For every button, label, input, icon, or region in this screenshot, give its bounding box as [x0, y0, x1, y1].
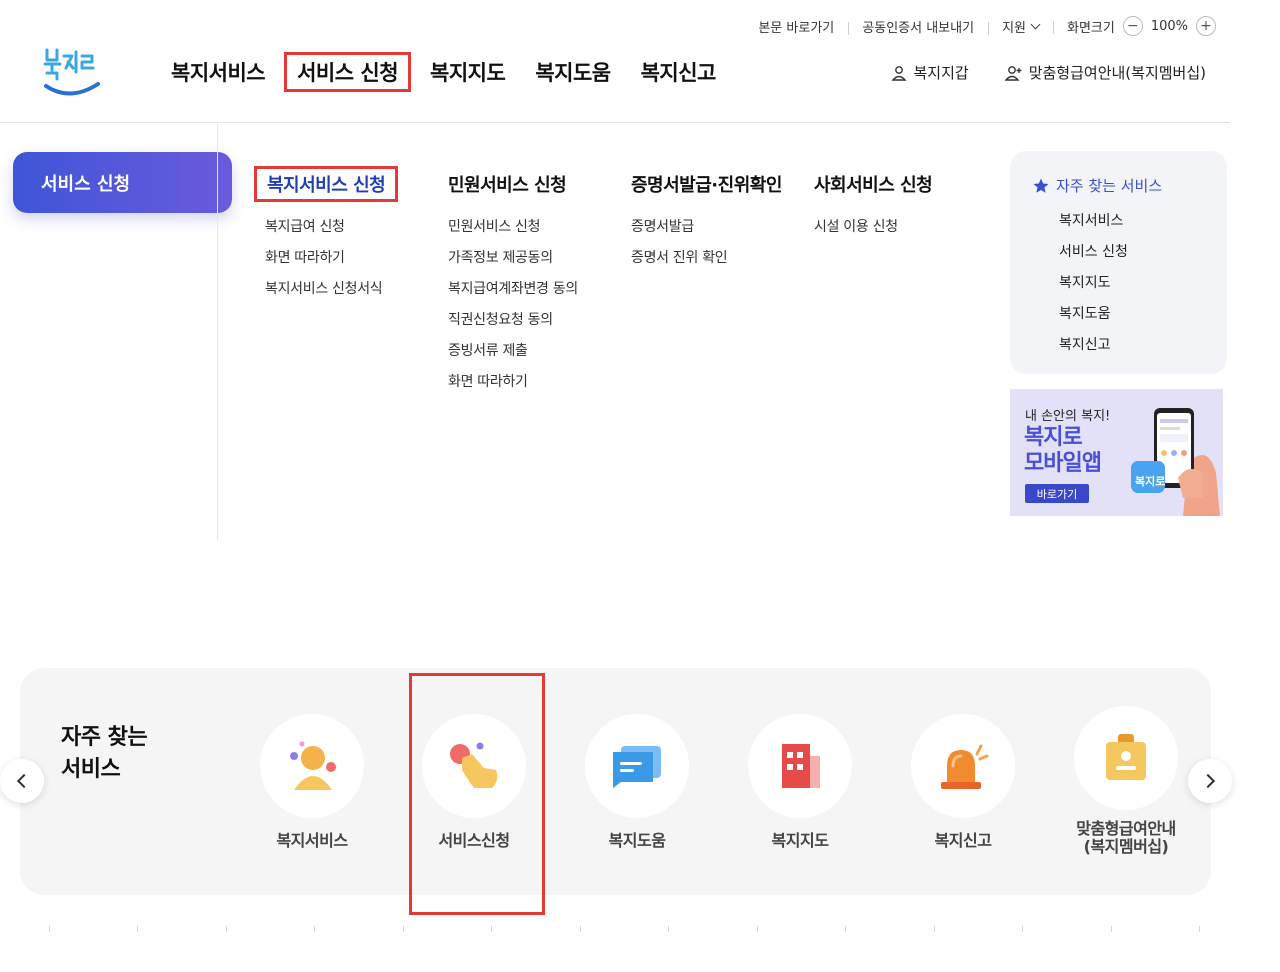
membership-label: 맞춤형급여안내(복지멤버십) [1028, 64, 1206, 82]
banner-subtitle: 내 손안의 복지! [1025, 409, 1111, 424]
zoom-level: 100% [1150, 18, 1188, 34]
menu-column-certificate: 증명서발급·진위확인 증명서발급 증명서 진위 확인 [631, 166, 782, 274]
banner-title: 복지로 모바일앱 [1024, 425, 1102, 477]
menu-column-title[interactable]: 증명서발급·진위확인 [631, 166, 782, 202]
service-membership[interactable]: 맞춤형급여안내 (복지멤버십) [1051, 706, 1201, 856]
mobile-app-banner[interactable]: 내 손안의 복지! 복지로 모바일앱 바로가기 복지로 [1010, 389, 1223, 516]
menu-item[interactable]: 증빙서류 제출 [448, 336, 578, 367]
skip-to-content-link[interactable]: 본문 바로가기 [744, 17, 848, 36]
favorite-item[interactable]: 복지지도 [1059, 268, 1227, 299]
service-welfare-help[interactable]: 복지도움 [562, 714, 712, 850]
menu-item[interactable]: 시설 이용 신청 [814, 212, 932, 243]
banner-title-line1: 복지로 [1024, 425, 1083, 450]
service-label: 서비스신청 [438, 831, 510, 850]
service-label: 복지서비스 [276, 831, 348, 850]
favorite-item[interactable]: 복지서비스 [1059, 206, 1227, 237]
chevron-left-icon [16, 773, 32, 789]
service-label: 맞춤형급여안내 (복지멤버십) [1076, 819, 1176, 856]
service-welfare-report[interactable]: 복지신고 [888, 714, 1038, 850]
menu-item[interactable]: 화면 따라하기 [265, 243, 398, 274]
service-label: 복지신고 [934, 831, 992, 850]
my-welfare-link[interactable]: 복지지갑 [891, 62, 969, 83]
favorites-header: 자주 찾는 서비스 [1032, 175, 1227, 196]
menu-column-civil-service: 민원서비스 신청 민원서비스 신청 가족정보 제공동의 복지급여계좌변경 동의 … [448, 166, 578, 398]
service-icon-wrap [911, 714, 1015, 818]
gnb-welfare-help[interactable]: 복지도움 [520, 52, 625, 92]
building-icon [782, 744, 820, 788]
app-icon-text: 복지로 [1135, 475, 1166, 488]
skip-to-content-label: 본문 바로가기 [758, 20, 835, 36]
menu-item[interactable]: 직권신청요청 동의 [448, 305, 578, 336]
service-label: 복지도움 [608, 831, 666, 850]
favorite-item[interactable]: 서비스 신청 [1059, 237, 1227, 268]
screen-size-label: 화면크기 [1066, 20, 1115, 36]
menu-item[interactable]: 증명서발급 [631, 212, 782, 243]
banner-title-line2: 모바일앱 [1024, 451, 1102, 476]
zoom-out-button[interactable]: − [1122, 16, 1143, 36]
frequent-services-title: 자주 찾는 서비스 [61, 725, 148, 782]
menu-item[interactable]: 화면 따라하기 [448, 367, 578, 398]
gnb-welfare-map[interactable]: 복지지도 [415, 52, 520, 92]
my-welfare-label: 복지지갑 [913, 64, 969, 82]
menu-column-title[interactable]: 사회서비스 신청 [814, 166, 933, 202]
export-certificate-label: 공동인증서 내보내기 [862, 20, 975, 36]
menu-item[interactable]: 복지급여계좌변경 동의 [448, 274, 578, 305]
favorites-title: 자주 찾는 서비스 [1056, 177, 1163, 195]
utility-bar: 본문 바로가기 공동인증서 내보내기 지원 화면크기 − 100% + [744, 14, 1216, 38]
carousel-ticks [0, 926, 1240, 934]
star-icon [1033, 178, 1049, 193]
support-dropdown[interactable]: 지원 [988, 17, 1053, 36]
service-icon-wrap [748, 714, 852, 818]
export-certificate-link[interactable]: 공동인증서 내보내기 [848, 17, 988, 36]
menu-column-title[interactable]: 복지서비스 신청 [254, 166, 399, 202]
person-icon [290, 741, 336, 790]
favorites-panel: 자주 찾는 서비스 복지서비스 서비스 신청 복지지도 복지도움 복지신고 [1010, 151, 1227, 374]
hand-tap-icon [450, 742, 498, 788]
header-divider [0, 122, 1230, 123]
gnb-welfare-service[interactable]: 복지서비스 [156, 52, 280, 92]
carousel-prev-button[interactable] [0, 759, 44, 803]
banner-go-button[interactable]: 바로가기 [1025, 484, 1089, 503]
main-navigation: 복지서비스 서비스 신청 복지지도 복지도움 복지신고 [156, 52, 731, 92]
menu-item[interactable]: 증명서 진위 확인 [631, 243, 782, 274]
logo-icon [43, 48, 100, 96]
favorite-item[interactable]: 복지신고 [1059, 330, 1227, 361]
service-application[interactable]: 서비스신청 [399, 714, 549, 850]
mega-menu-divider [217, 124, 218, 540]
chat-card-icon [613, 746, 661, 788]
service-label: 복지지도 [771, 831, 829, 850]
menu-item[interactable]: 가족정보 제공동의 [448, 243, 578, 274]
menu-column-social-service: 사회서비스 신청 시설 이용 신청 [814, 166, 933, 243]
service-welfare-map[interactable]: 복지지도 [725, 714, 875, 850]
user-plus-icon [1004, 65, 1022, 81]
menu-column-welfare-application: 복지서비스 신청 복지급여 신청 화면 따라하기 복지서비스 신청서식 [254, 166, 399, 305]
menu-item[interactable]: 민원서비스 신청 [448, 212, 578, 243]
menu-column-title[interactable]: 민원서비스 신청 [448, 166, 578, 202]
logo[interactable] [40, 44, 104, 100]
id-badge-icon [1106, 734, 1146, 780]
service-icon-wrap [585, 714, 689, 818]
chevron-right-icon [1200, 773, 1216, 789]
service-welfare-service[interactable]: 복지서비스 [237, 714, 387, 850]
user-icon [891, 65, 908, 81]
gnb-service-application[interactable]: 서비스 신청 [284, 52, 412, 92]
mega-menu-title[interactable]: 서비스 신청 [13, 152, 232, 213]
phone-hand-icon [1131, 408, 1220, 516]
screen-size-control: 화면크기 − 100% + [1052, 16, 1216, 36]
zoom-in-button[interactable]: + [1196, 16, 1216, 36]
menu-item[interactable]: 복지급여 신청 [265, 212, 398, 243]
chevron-down-icon [1030, 19, 1041, 29]
siren-icon [941, 744, 989, 789]
support-label: 지원 [1002, 20, 1026, 36]
menu-item[interactable]: 복지서비스 신청서식 [265, 274, 398, 305]
gnb-welfare-report[interactable]: 복지신고 [626, 52, 731, 92]
header-right-links: 복지지갑 맞춤형급여안내(복지멤버십) [891, 62, 1206, 83]
service-icon-wrap [422, 714, 526, 818]
service-icon-wrap [1074, 706, 1178, 810]
favorite-item[interactable]: 복지도움 [1059, 299, 1227, 330]
membership-link[interactable]: 맞춤형급여안내(복지멤버십) [1004, 62, 1206, 83]
service-icon-wrap [260, 714, 364, 818]
